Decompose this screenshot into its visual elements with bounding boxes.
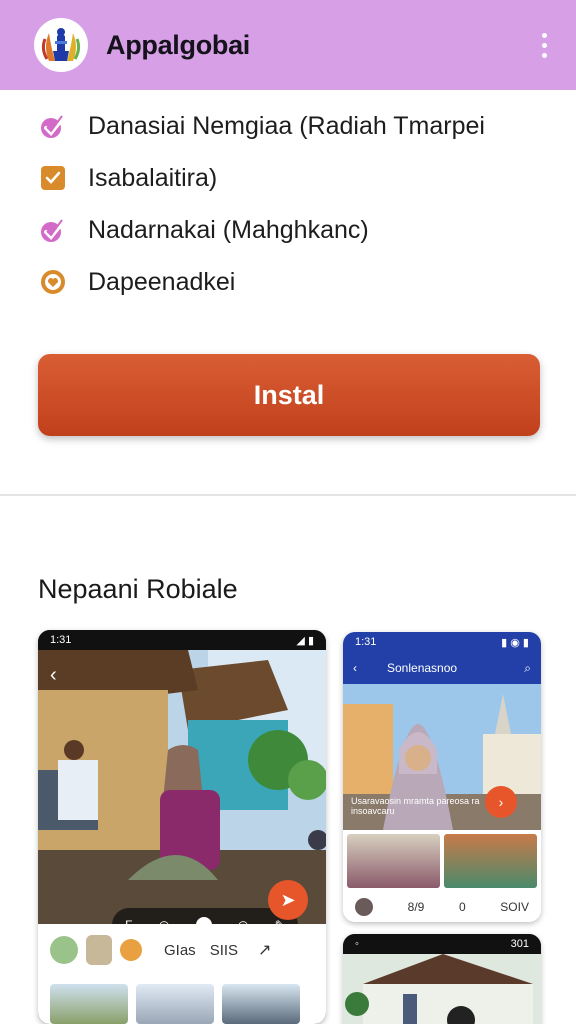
search-icon[interactable]: ⌕	[524, 661, 531, 676]
screenshot-2[interactable]: 1:31 ▮ ◉ ▮ ‹ Sonlenasnoo ⌕ Usaravaosin m…	[343, 632, 541, 922]
feature-list: Danasiai Nemgiaa (Radiah Tmarpei Isabala…	[38, 100, 558, 308]
app-listing-screen: Appalgobai Danasiai Nemgiaa (Radiah Tmar…	[0, 0, 576, 1024]
feature-item: Isabalaitira)	[38, 152, 558, 204]
kebab-menu-icon[interactable]	[532, 27, 556, 63]
divider	[0, 494, 576, 496]
status-time: 301	[510, 938, 529, 950]
record-button[interactable]	[195, 917, 212, 924]
footer-stat: 0	[458, 900, 466, 914]
signal-icon: ▮ ◉ ▮	[501, 636, 529, 649]
feature-item: Dapeenadkei	[38, 256, 558, 308]
app-title: Appalgobai	[106, 29, 250, 60]
feature-item: Nadarnakai (Mahghkanc)	[38, 204, 558, 256]
photo-grid	[343, 830, 541, 892]
market-photo: ‹ F ◎ ◎ ✎ ➤	[38, 650, 326, 924]
emblem-icon	[41, 28, 81, 61]
back-arrow-icon[interactable]: ‹	[353, 661, 357, 675]
feature-label: Dapeenadkei	[88, 267, 236, 296]
feature-label: Isabalaitira)	[88, 163, 218, 192]
check-box-icon	[38, 163, 68, 193]
app-logo	[34, 18, 88, 72]
avatar-row: GIas SIIS ↗	[38, 924, 326, 976]
screenshot-1-footer: GIas SIIS ↗	[38, 924, 326, 1024]
status-dot-icon: ◦	[355, 938, 359, 950]
screenshot-nav: ‹ Sonlenasnoo ⌕	[343, 652, 541, 684]
feature-label: Danasiai Nemgiaa (Radiah Tmarpei	[88, 111, 485, 140]
avatar	[50, 936, 78, 964]
screenshot-2-footer: 8/9 0 SOIV	[343, 892, 541, 922]
thumbnail[interactable]	[136, 984, 214, 1024]
footer-stat: 8/9	[407, 900, 425, 914]
grid-photo[interactable]	[444, 834, 537, 888]
status-bar: 1:31 ◢ ▮	[38, 630, 326, 650]
status-bar: 1:31 ▮ ◉ ▮	[343, 632, 541, 652]
footer-stat: SOIV	[500, 900, 529, 914]
thumbnail-row	[38, 976, 326, 1024]
check-icon	[38, 215, 68, 245]
check-icon	[38, 111, 68, 141]
avatar	[355, 898, 373, 916]
app-header: Appalgobai	[0, 0, 576, 90]
stat-label: SIIS	[209, 941, 239, 959]
grid-photo[interactable]	[347, 834, 440, 888]
status-time: 1:31	[355, 636, 377, 648]
thumbnail[interactable]	[222, 984, 300, 1024]
screenshot-1[interactable]: 1:31 ◢ ▮ ‹ ➤ GIas SIIS ↗	[38, 630, 326, 1024]
feature-item: Danasiai Nemgiaa (Radiah Tmarpei	[38, 100, 558, 152]
building-photo	[343, 954, 541, 1024]
profile-photo: Usaravaosin mramta pareosa ra insoavcaru…	[343, 684, 541, 830]
thumbnail[interactable]	[50, 984, 128, 1024]
screenshot-3[interactable]: ◦ 301	[343, 934, 541, 1024]
photo-caption: Usaravaosin mramta pareosa ra insoavcaru	[351, 796, 480, 816]
avatar	[120, 939, 142, 961]
next-button[interactable]: ›	[485, 786, 517, 818]
status-time: 1:31	[50, 634, 72, 646]
signal-icon: ◢ ▮	[296, 634, 314, 647]
back-arrow-icon[interactable]: ‹	[50, 664, 57, 687]
nav-title: Sonlenasnoo	[387, 661, 458, 675]
status-bar: ◦ 301	[343, 934, 541, 954]
stat-label: GIas	[164, 941, 196, 959]
section-title: Nepaani Robiale	[38, 574, 238, 604]
avatar	[86, 935, 112, 965]
install-button[interactable]: Instal	[38, 354, 540, 436]
share-button[interactable]: ➤	[268, 880, 308, 920]
shield-heart-icon	[38, 267, 68, 297]
feature-label: Nadarnakai (Mahghkanc)	[88, 215, 369, 244]
share-icon[interactable]: ↗	[258, 940, 271, 960]
